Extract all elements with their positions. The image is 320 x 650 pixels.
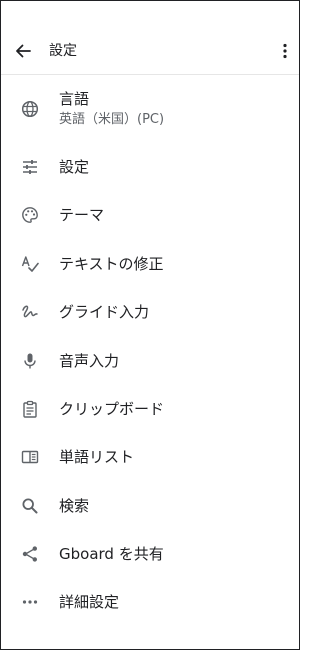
settings-item-search[interactable]: 検索	[1, 482, 299, 530]
settings-item-sublabel: 英語（米国）(PC)	[59, 112, 165, 127]
globe-icon	[20, 99, 40, 119]
settings-item-preferences[interactable]: 設定	[1, 143, 299, 191]
settings-item-share-gboard[interactable]: Gboard を共有	[1, 530, 299, 578]
clipboard-icon	[20, 399, 40, 419]
more-vert-icon	[283, 43, 287, 59]
spellcheck-icon	[20, 254, 40, 274]
settings-item-label: 言語	[59, 90, 90, 108]
settings-item-label: グライド入力	[59, 303, 150, 321]
settings-item-dictionary[interactable]: 単語リスト	[1, 433, 299, 481]
settings-item-theme[interactable]: テーマ	[1, 191, 299, 239]
back-button[interactable]	[9, 37, 37, 65]
settings-item-glide-typing[interactable]: グライド入力	[1, 288, 299, 336]
settings-item-text-correction[interactable]: テキストの修正	[1, 240, 299, 288]
settings-item-label: 詳細設定	[59, 593, 120, 611]
settings-item-label: Gboard を共有	[59, 545, 164, 563]
settings-item-label: テーマ	[59, 206, 105, 224]
settings-item-languages[interactable]: 言語 英語（米国）(PC)	[1, 85, 299, 135]
search-icon	[20, 496, 40, 516]
share-icon	[20, 544, 40, 564]
arrow-back-icon	[15, 43, 31, 59]
settings-item-label: 設定	[59, 158, 90, 176]
settings-screen: 設定 言語 英語（米国）(PC) 設定 テーマ テキストの修正 グライド入力 音…	[0, 0, 300, 650]
palette-icon	[20, 205, 40, 225]
settings-item-label: クリップボード	[59, 400, 165, 418]
settings-item-clipboard[interactable]: クリップボード	[1, 385, 299, 433]
mic-icon	[20, 351, 40, 371]
more-options-button[interactable]	[273, 37, 297, 65]
book-icon	[20, 447, 40, 467]
settings-item-label: 単語リスト	[59, 448, 135, 466]
app-bar: 設定	[1, 1, 299, 75]
gesture-icon	[20, 302, 40, 322]
settings-item-label: テキストの修正	[59, 255, 164, 273]
settings-item-label: 音声入力	[59, 352, 120, 370]
page-title: 設定	[49, 43, 77, 59]
settings-item-label: 検索	[59, 497, 90, 515]
tune-icon	[20, 157, 40, 177]
more-horiz-icon	[20, 592, 40, 612]
settings-item-voice-typing[interactable]: 音声入力	[1, 337, 299, 385]
settings-item-advanced[interactable]: 詳細設定	[1, 578, 299, 626]
